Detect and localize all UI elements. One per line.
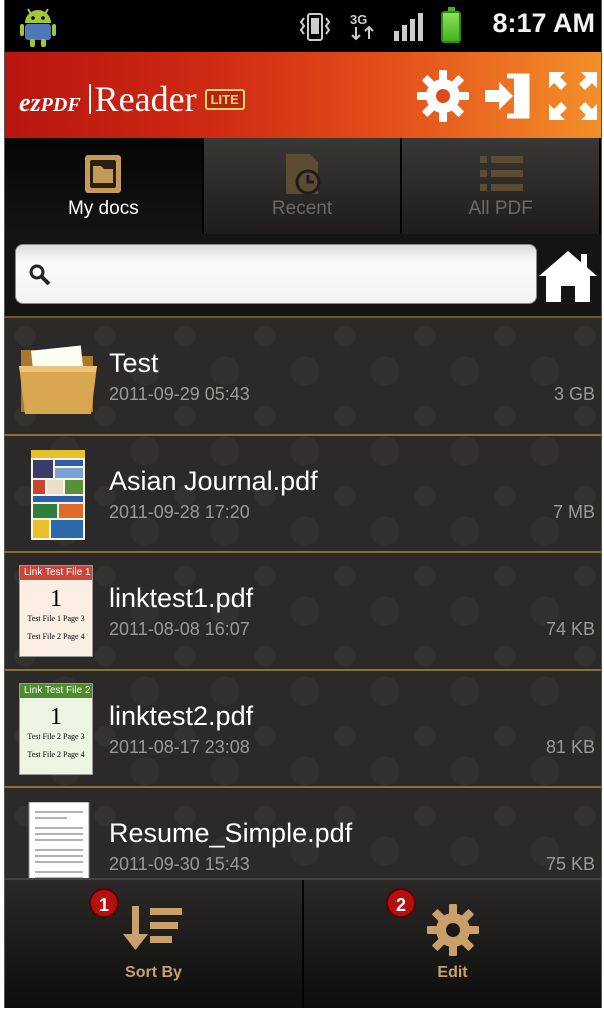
- folder-icon: [19, 345, 97, 414]
- tab-all-pdf[interactable]: All PDF: [402, 138, 601, 234]
- edit-button[interactable]: Edit 2: [304, 880, 601, 1008]
- file-size: 81 KB: [545, 736, 595, 757]
- file-size: 74 KB: [545, 619, 595, 639]
- vibrate-icon: [299, 13, 331, 41]
- file-name: Resume_Simple.pdf: [109, 818, 353, 848]
- search-box[interactable]: [15, 244, 537, 304]
- status-bar: 3G 8:17 AM: [5, 0, 601, 52]
- edit-gear-icon: [426, 904, 479, 956]
- device-screen: 3G 8:17 AM ez PDF Reader LITE My docs Re…: [4, 0, 602, 1008]
- recent-clock-icon: [286, 154, 321, 195]
- list-item[interactable]: Link Test File 1 1 Test File 1 Page 3 Te…: [5, 551, 601, 669]
- thumb-line: Test File 1 Page 3: [27, 614, 85, 623]
- file-date: 2011-09-29 05:43: [109, 384, 250, 404]
- callout-badge-1: 1: [89, 888, 119, 918]
- tab-recent[interactable]: Recent: [203, 138, 403, 234]
- home-icon[interactable]: [537, 248, 599, 304]
- search-row: [5, 234, 601, 316]
- logo-lite-badge: LITE: [204, 88, 245, 110]
- file-list: Test 2011-09-29 05:43 3 GB Asian Journal: [5, 316, 601, 878]
- fullscreen-icon[interactable]: [545, 68, 601, 124]
- tab-label: Recent: [271, 198, 333, 219]
- logo-pdf: PDF: [40, 94, 81, 116]
- signal-icon: [394, 13, 423, 41]
- file-date: 2011-08-17 23:08: [109, 736, 250, 757]
- logo-ez: ez: [19, 88, 41, 117]
- tab-bar: My docs Recent All PDF: [5, 138, 601, 234]
- app-logo: ez PDF Reader LITE: [19, 78, 245, 120]
- status-icons: 3G: [297, 7, 461, 44]
- list-item[interactable]: Resume_Simple.pdf 2011-09-30 15:43 75 KB: [5, 786, 601, 878]
- list-item[interactable]: Asian Journal.pdf 2011-09-28 17:20 7 MB: [5, 433, 601, 552]
- logo-reader: Reader: [94, 79, 197, 119]
- exit-door-icon[interactable]: [481, 68, 537, 124]
- file-size: 75 KB: [545, 854, 595, 874]
- logo-separator: [88, 84, 91, 114]
- thumb-header: Link Test File 2: [20, 683, 92, 698]
- callout-badge-2: 2: [386, 888, 416, 918]
- tab-label: All PDF: [468, 198, 533, 219]
- thumb-header: Link Test File 1: [20, 566, 92, 580]
- settings-gear-icon[interactable]: [415, 68, 471, 124]
- app-header: ez PDF Reader LITE: [5, 52, 601, 138]
- search-icon: [29, 264, 51, 286]
- list-item[interactable]: Link Test File 2 1 Test File 2 Page 3 Te…: [5, 668, 601, 787]
- file-date: 2011-09-28 17:20: [109, 501, 250, 522]
- folder-icon: [85, 155, 122, 193]
- tab-label: My docs: [67, 198, 139, 219]
- svg-text:3G: 3G: [350, 12, 367, 27]
- android-icon: [20, 8, 56, 47]
- file-date: 2011-09-30 15:43: [109, 854, 250, 874]
- sort-by-button[interactable]: Sort By 1: [5, 880, 304, 1008]
- pdf-thumbnail: Link Test File 2 1 Test File 2 Page 3 Te…: [19, 682, 93, 775]
- file-name: linktest2.pdf: [109, 700, 254, 731]
- data-3g-icon: 3G: [350, 12, 374, 41]
- edit-label: Edit: [437, 964, 468, 981]
- file-name: Asian Journal.pdf: [109, 465, 318, 496]
- thumb-page-number: 1: [50, 703, 62, 730]
- battery-icon: [441, 7, 461, 43]
- list-icon: [479, 156, 523, 191]
- sort-by-label: Sort By: [125, 964, 182, 981]
- thumb-page-number: 1: [50, 586, 62, 612]
- pdf-thumbnail: Link Test File 1 1 Test File 1 Page 3 Te…: [19, 565, 93, 657]
- magazine-thumbnail: [31, 449, 85, 540]
- status-clock: 8:17 AM: [492, 8, 595, 38]
- file-date: 2011-08-08 16:07: [109, 619, 250, 639]
- file-name: Test: [109, 348, 159, 378]
- tab-my-docs[interactable]: My docs: [5, 138, 204, 234]
- bottom-action-bar: Sort By 1 Edit 2: [5, 878, 601, 1008]
- list-item[interactable]: Test 2011-09-29 05:43 3 GB: [5, 316, 601, 434]
- thumb-line: Test File 2 Page 3: [27, 731, 85, 741]
- search-input[interactable]: [62, 253, 522, 295]
- thumb-line: Test File 2 Page 4: [27, 749, 85, 759]
- document-thumbnail: [28, 802, 90, 878]
- file-name: linktest1.pdf: [109, 583, 254, 613]
- file-size: 3 GB: [553, 384, 595, 404]
- sort-icon: [122, 906, 182, 950]
- file-size: 7 MB: [552, 501, 595, 522]
- thumb-line: Test File 2 Page 4: [27, 632, 85, 641]
